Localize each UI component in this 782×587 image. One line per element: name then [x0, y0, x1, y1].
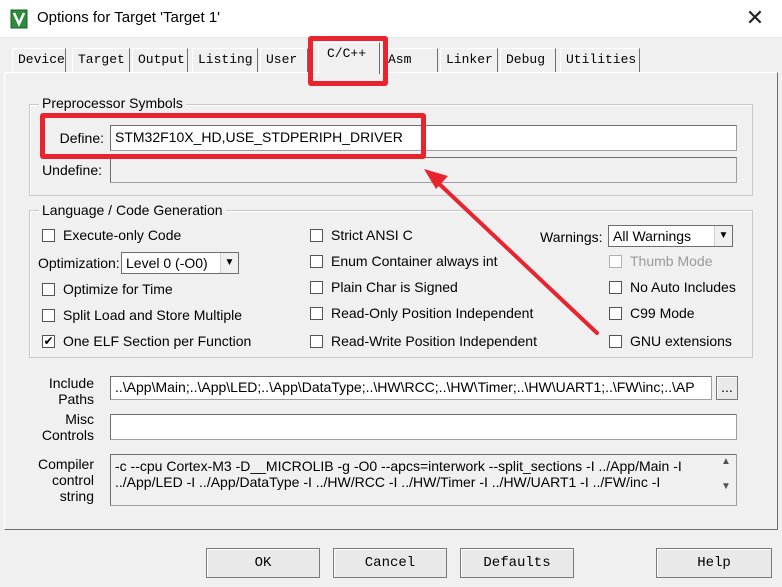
annotation-arrow [424, 169, 599, 335]
